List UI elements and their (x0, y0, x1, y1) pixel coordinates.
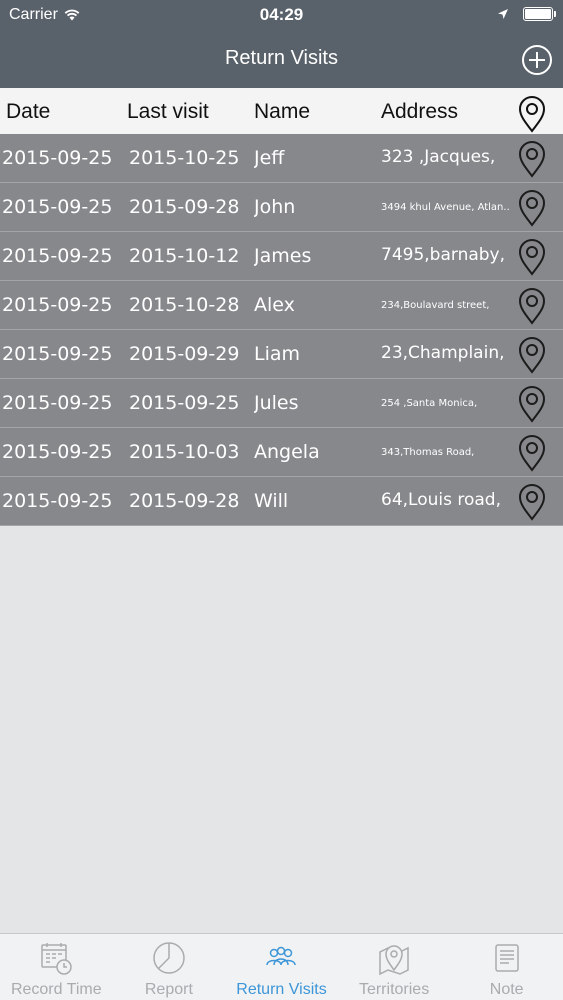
row-date: 2015-09-25 (2, 294, 113, 316)
row-address: 7495,barnaby, (381, 245, 506, 265)
tab-record-time[interactable]: Record Time (0, 934, 113, 1000)
header-name[interactable]: Name (254, 100, 378, 124)
map-pin-icon[interactable] (513, 335, 551, 375)
tab-return-visits[interactable]: Return Visits (225, 934, 338, 1000)
tab-bar: Record Time Report Return Visits Territorie… (0, 933, 563, 1000)
row-name: Jules (254, 392, 299, 414)
map-pin-icon (379, 945, 409, 976)
row-address: 3494 khul Avenue, Atlan... (381, 202, 509, 213)
table-row[interactable]: 2015-09-25 2015-10-12 James 7495,barnaby, (0, 232, 563, 281)
row-name: James (254, 245, 312, 267)
row-date: 2015-09-25 (2, 196, 113, 218)
row-address: 343,Thomas Road, (381, 447, 475, 458)
location-arrow-icon (498, 9, 508, 19)
row-last-visit: 2015-10-25 (129, 147, 240, 169)
tab-label: Note (489, 981, 524, 998)
map-pin-icon[interactable] (513, 237, 551, 277)
tab-label: Return Visits (236, 981, 327, 998)
add-visit-button[interactable] (521, 44, 553, 76)
pie-chart-icon (153, 942, 185, 974)
map-pin-icon[interactable] (513, 286, 551, 326)
table-row[interactable]: 2015-09-25 2015-09-25 Jules 254 ,Santa Moni… (0, 379, 563, 428)
row-name: Liam (254, 343, 301, 365)
row-date: 2015-09-25 (2, 392, 113, 414)
table-row[interactable]: 2015-09-25 2015-09-28 Will 64,Louis road, (0, 477, 563, 526)
tab-report[interactable]: Report (113, 934, 226, 1000)
row-name: Angela (254, 441, 320, 463)
row-address: 254 ,Santa Monica, (381, 398, 478, 409)
status-right (497, 7, 556, 21)
row-address: 234,Boulavard street, (381, 300, 490, 311)
visits-table: 2015-09-25 2015-10-25 Jeff 323 ,Jacques, 201… (0, 134, 563, 526)
row-address: 64,Louis road, (381, 490, 501, 510)
table-row[interactable]: 2015-09-25 2015-09-29 Liam 23,Champlain, (0, 330, 563, 379)
row-date: 2015-09-25 (2, 147, 113, 169)
row-name: Will (254, 490, 289, 512)
row-name: Jeff (254, 147, 285, 169)
map-pin-icon[interactable] (513, 482, 551, 522)
row-date: 2015-09-25 (2, 441, 113, 463)
table-row[interactable]: 2015-09-25 2015-10-25 Jeff 323 ,Jacques, (0, 134, 563, 183)
tab-territories[interactable]: Territories (338, 934, 451, 1000)
tab-label: Report (144, 981, 193, 998)
map-pin-icon[interactable] (513, 384, 551, 424)
tab-note[interactable]: Note (450, 934, 563, 1000)
row-last-visit: 2015-09-28 (129, 490, 240, 512)
header-last-visit[interactable]: Last visit (127, 100, 251, 124)
map-pin-icon[interactable] (513, 188, 551, 228)
clock: 04:29 (259, 5, 304, 24)
navigation-bar: Return Visits (0, 30, 563, 88)
table-row[interactable]: 2015-09-25 2015-10-28 Alex 234,Boulavard st… (0, 281, 563, 330)
row-last-visit: 2015-10-03 (129, 441, 240, 463)
row-last-visit: 2015-10-28 (129, 294, 240, 316)
row-last-visit: 2015-09-28 (129, 196, 240, 218)
status-bar: Carrier 04:29 (0, 0, 563, 30)
map-pin-icon[interactable] (513, 433, 551, 473)
row-date: 2015-09-25 (2, 490, 113, 512)
tab-label: Territories (358, 981, 430, 998)
tab-label: Record Time (10, 981, 102, 998)
battery-icon (523, 7, 556, 21)
map-pin-icon[interactable] (513, 94, 551, 134)
row-address: 323 ,Jacques, (381, 147, 496, 167)
row-last-visit: 2015-09-29 (129, 343, 240, 365)
page-title: Return Visits (224, 47, 338, 69)
row-name: Alex (254, 294, 295, 316)
row-address: 23,Champlain, (381, 343, 505, 363)
map-pin-icon[interactable] (513, 139, 551, 179)
row-last-visit: 2015-09-25 (129, 392, 240, 414)
row-date: 2015-09-25 (2, 343, 113, 365)
row-last-visit: 2015-10-12 (129, 245, 240, 267)
header-address[interactable]: Address (381, 100, 507, 124)
table-row[interactable]: 2015-09-25 2015-09-28 John 3494 khul Avenue… (0, 183, 563, 232)
header-date[interactable]: Date (6, 100, 124, 124)
calendar-clock-icon (41, 943, 73, 975)
table-row[interactable]: 2015-09-25 2015-10-03 Angela 343,Thomas Roa… (0, 428, 563, 477)
note-icon (494, 944, 519, 972)
table-header: Date Last visit Name Address (0, 88, 563, 134)
row-date: 2015-09-25 (2, 245, 113, 267)
row-name: John (254, 196, 296, 218)
people-icon (266, 946, 297, 966)
